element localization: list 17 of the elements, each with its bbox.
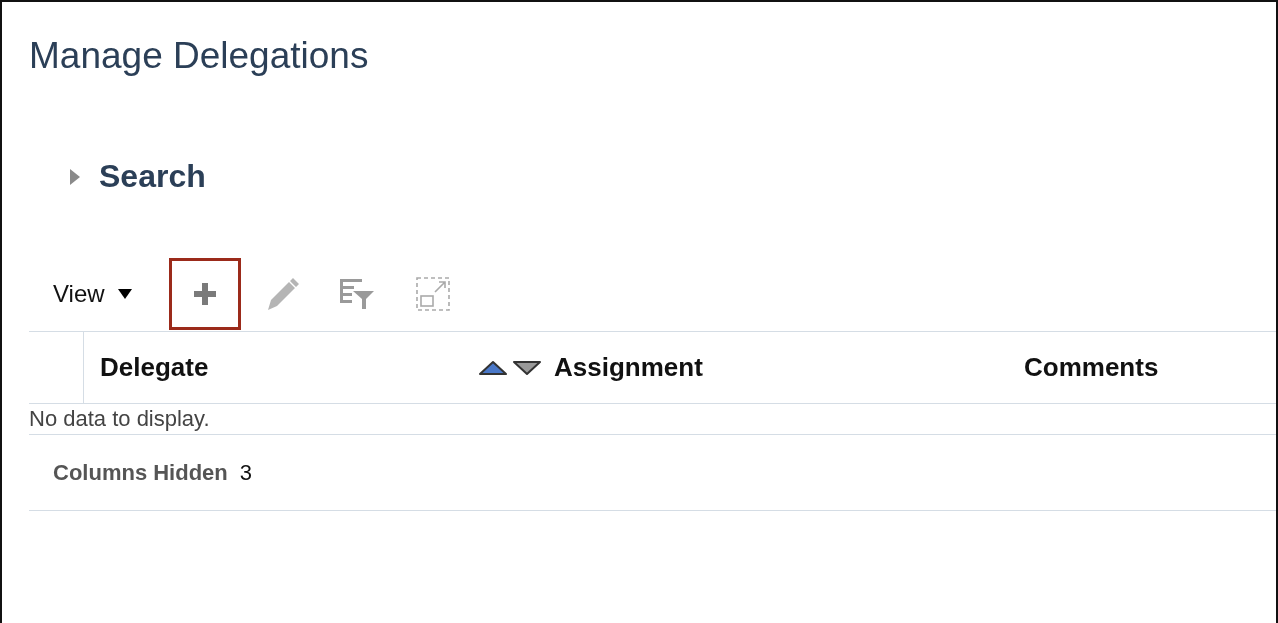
columns-hidden-label: Columns Hidden: [53, 459, 228, 486]
column-header[interactable]: Comments: [1024, 352, 1159, 383]
search-toggle[interactable]: Search: [69, 158, 206, 195]
column-header[interactable]: Assignment: [554, 352, 703, 383]
disclosure-triangle-icon[interactable]: [69, 167, 81, 186]
columns-hidden-count: 3: [239, 459, 253, 486]
sort-ascending-icon[interactable]: [478, 358, 508, 377]
add-button[interactable]: [168, 258, 241, 330]
sort-descending-icon[interactable]: [512, 358, 542, 377]
view-menu[interactable]: View: [53, 280, 133, 308]
page-title: Manage Delegations: [29, 34, 370, 78]
filter-icon: [338, 277, 375, 311]
column-header[interactable]: Delegate: [100, 352, 209, 383]
detach-icon: [414, 276, 451, 312]
empty-message: No data to display.: [29, 406, 210, 432]
dropdown-caret-icon[interactable]: [116, 288, 133, 300]
plus-icon: [191, 281, 218, 307]
